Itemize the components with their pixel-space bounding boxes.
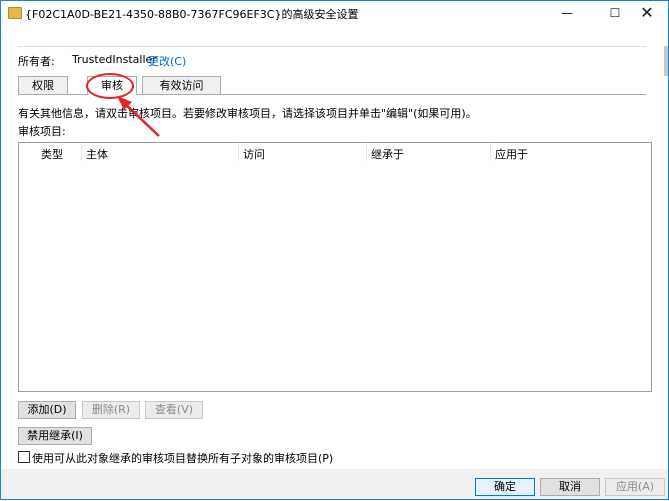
minimize-button[interactable]: — bbox=[547, 1, 587, 25]
replace-child-entries-label[interactable]: 使用可从此对象继承的审核项目替换所有子对象的审核项目(P) bbox=[32, 450, 333, 466]
column-divider bbox=[366, 143, 367, 161]
owner-label: 所有者: bbox=[18, 55, 55, 68]
advanced-security-window: {F02C1A0D-BE21-4350-88B0-7367FC96EF3C}的高… bbox=[0, 0, 669, 500]
ok-button[interactable]: 确定 bbox=[475, 478, 535, 496]
cancel-button[interactable]: 取消 bbox=[540, 478, 600, 496]
header-separator bbox=[18, 46, 646, 47]
folder-icon bbox=[8, 7, 22, 19]
change-owner-link[interactable]: 更改(C) bbox=[148, 53, 186, 69]
column-header-inherited-from[interactable]: 继承于 bbox=[371, 146, 404, 162]
disable-inheritance-button[interactable]: 禁用继承(I) bbox=[18, 427, 92, 445]
owner-value: TrustedInstaller bbox=[72, 53, 157, 66]
audit-entries-grid[interactable]: 类型 主体 访问 继承于 应用于 bbox=[18, 142, 652, 392]
title-bar: {F02C1A0D-BE21-4350-88B0-7367FC96EF3C}的高… bbox=[1, 1, 668, 25]
close-button[interactable]: ✕ bbox=[627, 1, 667, 25]
column-divider bbox=[490, 143, 491, 161]
column-header-type[interactable]: 类型 bbox=[41, 146, 63, 162]
column-header-access[interactable]: 访问 bbox=[243, 146, 265, 162]
info-text: 有关其他信息，请双击审核项目。若要修改审核项目，请选择该项目并单击"编辑"(如果… bbox=[18, 107, 477, 120]
remove-button[interactable]: 删除(R) bbox=[82, 401, 140, 419]
annotation-ellipse bbox=[86, 73, 134, 99]
audit-entries-label: 审核项目: bbox=[18, 125, 66, 138]
add-button[interactable]: 添加(D) bbox=[18, 401, 76, 419]
tab-effective-access[interactable]: 有效访问 bbox=[142, 76, 221, 95]
column-divider bbox=[238, 143, 239, 161]
scrollbar-thumb[interactable] bbox=[664, 46, 668, 76]
column-header-principal[interactable]: 主体 bbox=[86, 146, 108, 162]
window-title: {F02C1A0D-BE21-4350-88B0-7367FC96EF3C}的高… bbox=[25, 8, 359, 21]
tab-permissions[interactable]: 权限 bbox=[18, 76, 68, 95]
column-header-applies-to[interactable]: 应用于 bbox=[495, 146, 528, 162]
column-divider bbox=[81, 143, 82, 161]
replace-child-entries-checkbox[interactable] bbox=[18, 451, 30, 463]
apply-button[interactable]: 应用(A) bbox=[605, 478, 665, 496]
view-button[interactable]: 查看(V) bbox=[145, 401, 203, 419]
